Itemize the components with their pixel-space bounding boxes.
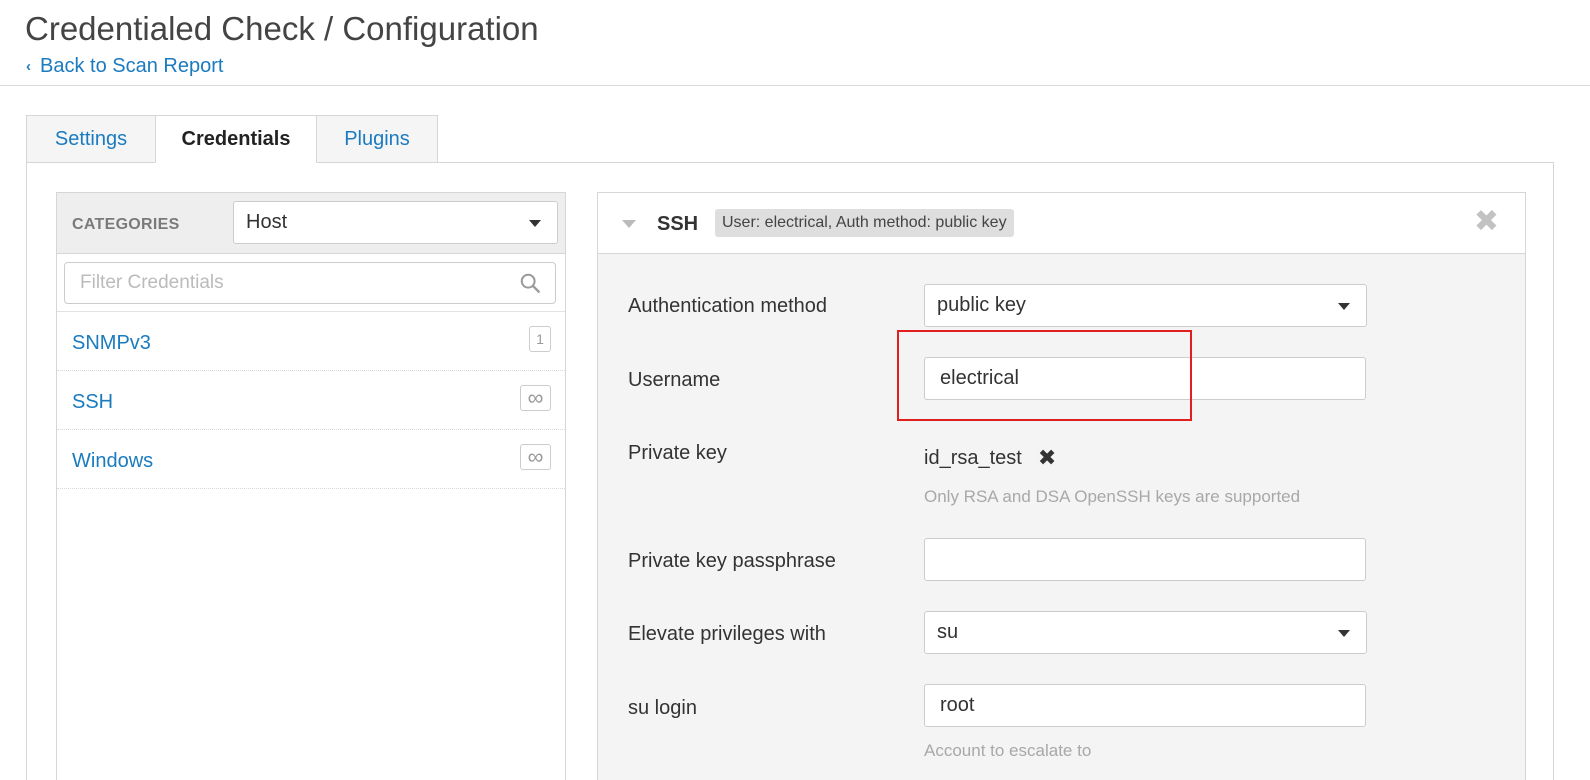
remove-credential-close-icon[interactable]: ✖ — [1474, 207, 1499, 237]
filter-wrap — [57, 254, 565, 312]
category-select[interactable]: Host — [233, 201, 558, 244]
elevate-privileges-label: Elevate privileges with — [628, 623, 826, 645]
credential-item-windows[interactable]: Windows ∞ — [57, 430, 565, 489]
filter-credentials-input[interactable] — [64, 262, 556, 304]
credential-count-badge: 1 — [529, 326, 551, 352]
credential-count-badge: ∞ — [520, 385, 551, 411]
ssh-panel-title: SSH — [657, 213, 699, 235]
credential-item-label: Windows — [72, 450, 154, 472]
private-key-label: Private key — [628, 442, 727, 464]
private-key-file: id_rsa_test ✖ — [924, 445, 1056, 471]
auth-method-label: Authentication method — [628, 295, 828, 317]
search-icon[interactable] — [519, 272, 541, 294]
su-login-input[interactable] — [924, 684, 1366, 727]
passphrase-label: Private key passphrase — [628, 550, 836, 572]
credential-item-ssh[interactable]: SSH ∞ — [57, 371, 565, 430]
auth-method-value: public key — [937, 294, 1026, 316]
ssh-panel-header: SSH User: electrical, Auth method: publi… — [598, 193, 1525, 254]
su-login-label: su login — [628, 697, 697, 719]
ssh-credential-panel: SSH User: electrical, Auth method: publi… — [597, 192, 1526, 780]
username-label: Username — [628, 369, 721, 391]
tab-credentials[interactable]: Credentials — [155, 115, 317, 163]
caret-down-icon — [1338, 302, 1350, 310]
back-link-label: Back to Scan Report — [40, 55, 224, 77]
collapse-caret-icon[interactable] — [622, 220, 636, 228]
ssh-summary-badge: User: electrical, Auth method: public ke… — [715, 209, 1014, 237]
tab-settings[interactable]: Settings — [26, 115, 156, 163]
ssh-form: Authentication method public key Usernam… — [598, 254, 1525, 780]
remove-key-close-icon[interactable]: ✖ — [1038, 445, 1056, 471]
caret-down-icon — [529, 219, 541, 227]
username-input[interactable] — [924, 357, 1366, 400]
categories-label: CATEGORIES — [72, 216, 180, 233]
elevate-privileges-value: su — [937, 621, 959, 643]
caret-down-icon — [1338, 629, 1350, 637]
category-select-value: Host — [246, 211, 288, 233]
page-title: Credentialed Check / Configuration — [25, 10, 539, 47]
chevron-left-icon: ‹ — [26, 58, 31, 75]
private-key-help: Only RSA and DSA OpenSSH keys are suppor… — [924, 487, 1301, 506]
credential-item-label: SNMPv3 — [72, 332, 151, 354]
su-login-help: Account to escalate to — [924, 741, 1092, 760]
credentials-sidebar: CATEGORIES Host SNMPv3 1 SSH ∞ Windows ∞ — [56, 192, 566, 780]
credential-item-label: SSH — [72, 391, 114, 413]
header-divider — [0, 85, 1590, 86]
back-to-scan-report-link[interactable]: ‹ Back to Scan Report — [26, 55, 223, 78]
credential-item-snmpv3[interactable]: SNMPv3 1 — [57, 312, 565, 371]
private-key-filename: id_rsa_test — [924, 446, 1022, 469]
tab-bar: Settings Credentials Plugins — [26, 115, 438, 163]
categories-bar: CATEGORIES Host — [57, 193, 565, 254]
elevate-privileges-select[interactable]: su — [924, 611, 1367, 654]
auth-method-select[interactable]: public key — [924, 284, 1367, 327]
credential-count-badge: ∞ — [520, 444, 551, 470]
passphrase-input[interactable] — [924, 538, 1366, 581]
tab-plugins[interactable]: Plugins — [316, 115, 438, 163]
